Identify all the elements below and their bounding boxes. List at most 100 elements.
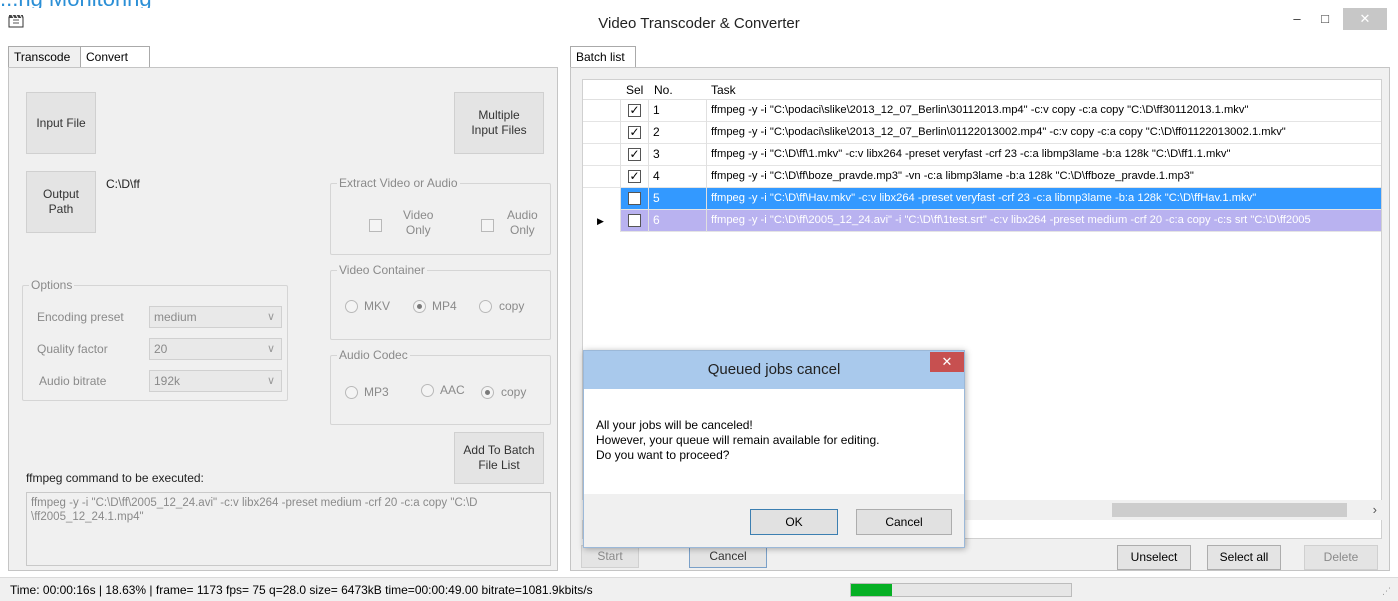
dialog-body: All your jobs will be canceled! However,… bbox=[584, 389, 964, 494]
row-task: ffmpeg -y -i "C:\podaci\slike\2013_12_07… bbox=[711, 104, 1249, 116]
header-task[interactable]: Task bbox=[711, 83, 736, 97]
tab-transcode[interactable]: Transcode bbox=[8, 46, 81, 68]
cmd-line-1: ffmpeg -y -i "C:\D\ff\2005_12_24.avi" -c… bbox=[31, 497, 478, 509]
row-task: ffmpeg -y -i "C:\podaci\slike\2013_12_07… bbox=[711, 126, 1286, 138]
audio-only-checkbox[interactable] bbox=[481, 219, 494, 232]
table-row[interactable]: ✓ 1 ffmpeg -y -i "C:\podaci\slike\2013_1… bbox=[583, 100, 1381, 122]
table-row-current[interactable]: ▶ 6 ffmpeg -y -i "C:\D\ff\2005_12_24.avi… bbox=[583, 210, 1381, 232]
table-row[interactable]: ✓ 3 ffmpeg -y -i "C:\D\ff\1.mkv" -c:v li… bbox=[583, 144, 1381, 166]
dialog-cancel-button[interactable]: Cancel bbox=[856, 509, 952, 535]
table-row-selected[interactable]: 5 ffmpeg -y -i "C:\D\ff\Hav.mkv" -c:v li… bbox=[583, 188, 1381, 210]
delete-button[interactable]: Delete bbox=[1304, 545, 1378, 570]
chevron-down-icon: ∨ bbox=[266, 311, 275, 323]
row-number: 1 bbox=[649, 100, 707, 122]
extract-group-title: Extract Video or Audio bbox=[337, 176, 460, 190]
output-path-label-1: Output bbox=[42, 187, 80, 201]
start-button[interactable]: Start bbox=[581, 545, 639, 568]
grid-header: Sel No. Task bbox=[583, 80, 1381, 100]
container-mkv-radio[interactable] bbox=[345, 300, 358, 313]
options-title: Options bbox=[29, 278, 75, 292]
start-label: Start bbox=[597, 549, 623, 563]
row-checkbox[interactable]: ✓ bbox=[628, 148, 641, 161]
delete-label: Delete bbox=[1323, 550, 1359, 564]
maximize-button[interactable]: □ bbox=[1311, 8, 1339, 30]
scroll-right-icon[interactable]: › bbox=[1373, 502, 1377, 517]
row-checkbox[interactable] bbox=[628, 214, 641, 227]
convert-panel: Input File Multiple Input Files Output P… bbox=[8, 67, 558, 571]
queued-jobs-cancel-dialog: Queued jobs cancel ✕ All your jobs will … bbox=[583, 350, 965, 548]
scrollbar-thumb[interactable] bbox=[1112, 503, 1347, 517]
codec-aac-label: AAC bbox=[440, 383, 465, 397]
command-textbox[interactable]: ffmpeg -y -i "C:\D\ff\2005_12_24.avi" -c… bbox=[26, 492, 551, 566]
row-task: ffmpeg -y -i "C:\D\ff\Hav.mkv" -c:v libx… bbox=[711, 192, 1257, 204]
header-no[interactable]: No. bbox=[654, 83, 673, 97]
multiple-label-1: Multiple bbox=[478, 108, 520, 122]
container-mp4-radio[interactable] bbox=[413, 300, 426, 313]
output-path-value: C:\D\ff bbox=[106, 177, 140, 191]
dialog-message-line-3: Do you want to proceed? bbox=[596, 448, 730, 462]
output-path-label-2: Path bbox=[48, 202, 74, 216]
status-text: Time: 00:00:16s | 18.63% | frame= 1173 f… bbox=[10, 583, 593, 597]
quality-factor-label: Quality factor bbox=[37, 342, 108, 356]
row-task: ffmpeg -y -i "C:\D\ff\1.mkv" -c:v libx26… bbox=[711, 148, 1231, 160]
encoding-preset-value: medium bbox=[154, 310, 197, 324]
add-batch-label-2: File List bbox=[478, 458, 520, 472]
output-path-button[interactable]: Output Path bbox=[26, 171, 96, 233]
audio-only-label: Audio Only bbox=[507, 208, 538, 237]
table-row[interactable]: ✓ 2 ffmpeg -y -i "C:\podaci\slike\2013_1… bbox=[583, 122, 1381, 144]
chevron-down-icon: ∨ bbox=[266, 343, 275, 355]
resize-grip-icon[interactable]: ⋰ bbox=[1382, 586, 1391, 597]
codec-mp3-radio[interactable] bbox=[345, 386, 358, 399]
cancel-batch-button[interactable]: Cancel bbox=[689, 545, 767, 568]
window-title: Video Transcoder & Converter bbox=[598, 15, 800, 32]
close-window-button[interactable]: ✕ bbox=[1343, 8, 1387, 30]
container-copy-radio[interactable] bbox=[479, 300, 492, 313]
row-number: 2 bbox=[649, 122, 707, 144]
video-container-group: Video Container MKV MP4 copy bbox=[330, 263, 551, 340]
minimize-button[interactable]: – bbox=[1283, 8, 1311, 30]
add-to-batch-button[interactable]: Add To Batch File List bbox=[454, 432, 544, 484]
input-file-label: Input File bbox=[36, 115, 86, 130]
quality-factor-select[interactable]: 20 ∨ bbox=[149, 338, 282, 360]
row-checkbox[interactable] bbox=[628, 192, 641, 205]
row-task: ffmpeg -y -i "C:\D\ff\2005_12_24.avi" -i… bbox=[711, 214, 1311, 226]
multiple-input-files-button[interactable]: Multiple Input Files bbox=[454, 92, 544, 154]
row-checkbox[interactable]: ✓ bbox=[628, 170, 641, 183]
select-all-label: Select all bbox=[1219, 550, 1269, 564]
encoding-preset-select[interactable]: medium ∨ bbox=[149, 306, 282, 328]
audio-codec-title: Audio Codec bbox=[337, 348, 410, 362]
table-row[interactable]: ✓ 4 ffmpeg -y -i "C:\D\ff\boze_pravde.mp… bbox=[583, 166, 1381, 188]
row-number: 5 bbox=[649, 188, 707, 210]
video-only-checkbox[interactable] bbox=[369, 219, 382, 232]
select-all-button[interactable]: Select all bbox=[1207, 545, 1281, 570]
extract-group: Extract Video or Audio Video Only Audio On… bbox=[330, 176, 551, 255]
options-group: Options Encoding preset medium ∨ Quality… bbox=[22, 278, 288, 401]
video-container-title: Video Container bbox=[337, 263, 427, 277]
dialog-close-button[interactable]: ✕ bbox=[930, 352, 964, 372]
progress-bar bbox=[850, 583, 1072, 597]
dialog-title-bar: Queued jobs cancel ✕ bbox=[584, 351, 964, 389]
row-checkbox[interactable]: ✓ bbox=[628, 104, 641, 117]
row-checkbox[interactable]: ✓ bbox=[628, 126, 641, 139]
row-number: 3 bbox=[649, 144, 707, 166]
quality-factor-value: 20 bbox=[154, 342, 168, 356]
tab-convert[interactable]: Convert bbox=[80, 46, 150, 69]
codec-copy-radio[interactable] bbox=[481, 386, 494, 399]
row-number: 6 bbox=[649, 210, 707, 232]
header-sel[interactable]: Sel bbox=[626, 83, 643, 97]
dialog-message-line-1: All your jobs will be canceled! bbox=[596, 418, 753, 432]
unselect-button[interactable]: Unselect bbox=[1117, 545, 1191, 570]
container-mp4-label: MP4 bbox=[432, 299, 457, 313]
dialog-message-line-2: However, your queue will remain availabl… bbox=[596, 433, 880, 447]
input-file-button[interactable]: Input File bbox=[26, 92, 96, 154]
audio-bitrate-label: Audio bitrate bbox=[39, 374, 107, 388]
cmd-label: ffmpeg command to be executed: bbox=[26, 471, 204, 485]
tab-batch-list[interactable]: Batch list bbox=[570, 46, 636, 69]
container-copy-label: copy bbox=[499, 299, 525, 313]
audio-bitrate-select[interactable]: 192k ∨ bbox=[149, 370, 282, 392]
codec-aac-radio[interactable] bbox=[421, 384, 434, 397]
cancel-batch-label: Cancel bbox=[709, 549, 747, 563]
row-number: 4 bbox=[649, 166, 707, 188]
ok-button[interactable]: OK bbox=[750, 509, 838, 535]
multiple-label-2: Input Files bbox=[471, 123, 527, 137]
